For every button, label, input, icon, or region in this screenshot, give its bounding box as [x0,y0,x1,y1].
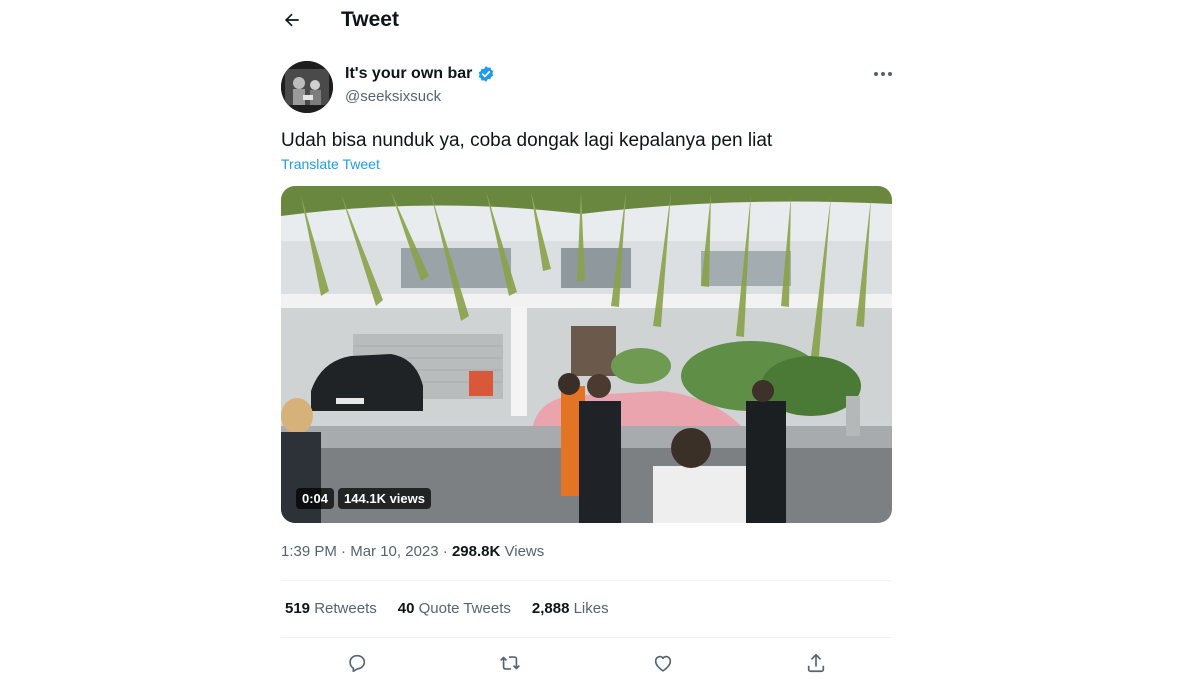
author-display-name[interactable]: It's your own bar [345,64,472,84]
verified-badge-icon [479,66,494,82]
retweet-icon [500,656,520,670]
video-frame-image [281,186,892,523]
quotes-count: 40 [397,600,415,617]
tweet-text: Udah bisa nunduk ya, coba dongak lagi ke… [281,130,773,151]
avatar[interactable] [281,61,333,113]
reply-icon [349,654,366,673]
views-label: Views [504,543,545,560]
page-title: Tweet [341,8,399,31]
views-count: 298.8K [451,543,501,560]
like-icon [654,655,672,672]
likes-label: Likes [573,600,609,617]
tweet-time[interactable]: 1:39 PM [281,543,337,560]
video-views: 144.1K views [338,488,431,509]
likes-stat[interactable]: 2,888 Likes [532,599,609,619]
translate-tweet-link[interactable]: Translate Tweet [281,155,380,173]
meta-separator: · [341,543,347,560]
more-options-button[interactable] [868,62,898,86]
divider [281,637,892,638]
retweets-stat[interactable]: 519 Retweets [285,599,377,619]
meta-separator: · [442,543,448,560]
quotes-label: Quote Tweets [418,600,511,617]
author-name-row: It's your own bar [345,64,495,84]
video-overlay: 0:04 144.1K views [296,488,431,509]
retweets-count: 519 [285,600,311,617]
share-icon [807,653,825,673]
video-duration: 0:04 [296,488,335,509]
author-handle[interactable]: @seeksixsuck [345,87,441,107]
back-arrow-icon [284,13,299,27]
quote-tweets-stat[interactable]: 40 Quote Tweets [398,599,511,619]
tweet-video[interactable]: 0:04 144.1K views [281,186,892,523]
back-button[interactable] [276,6,308,34]
tweet-date[interactable]: Mar 10, 2023 [350,543,438,560]
engagement-stats: 519 Retweets 40 Quote Tweets 2,888 Likes [285,599,609,619]
retweets-label: Retweets [314,600,377,617]
divider [281,580,892,581]
likes-count: 2,888 [531,600,570,617]
more-icon [874,72,892,76]
tweet-metadata: 1:39 PM · Mar 10, 2023 · 298.8K Views [281,542,544,562]
